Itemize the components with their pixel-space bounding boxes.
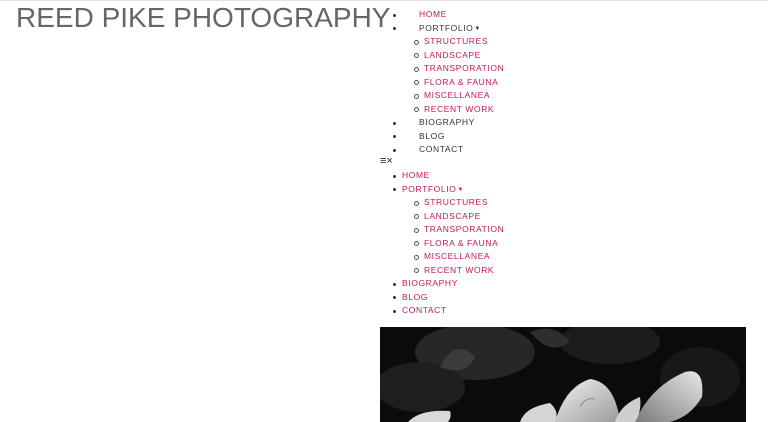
mobile-submenu-item[interactable]: LANDSCAPE — [380, 210, 700, 224]
menu-link-home[interactable]: HOME — [419, 9, 447, 19]
mobile-submenu-link-landscape[interactable]: LANDSCAPE — [424, 211, 481, 221]
submenu-item[interactable]: MISCELLANEA — [380, 89, 700, 103]
mobile-menu-link-blog[interactable]: BLOG — [402, 292, 428, 302]
menu-toggle[interactable]: ≡× — [380, 155, 393, 168]
submenu-item[interactable]: STRUCTURES — [380, 35, 700, 49]
desktop-menu: HOME PORTFOLIO▼ STRUCTURES LANDSCAPE TRA… — [380, 8, 739, 157]
mobile-portfolio-submenu-wrapper: STRUCTURES LANDSCAPE TRANSPORATION FLORA… — [380, 196, 700, 277]
menu-item-home[interactable]: HOME — [380, 8, 739, 22]
submenu-link-miscellanea[interactable]: MISCELLANEA — [424, 90, 490, 100]
menu-item-portfolio[interactable]: PORTFOLIO▼ — [380, 22, 739, 36]
mobile-menu-item-contact[interactable]: CONTACT — [380, 304, 722, 318]
mobile-submenu-item[interactable]: FLORA & FAUNA — [380, 237, 700, 251]
caret-down-icon: ▼ — [474, 25, 481, 32]
mobile-menu-link-biography[interactable]: BIOGRAPHY — [402, 278, 458, 288]
submenu-item[interactable]: FLORA & FAUNA — [380, 76, 700, 90]
top-border — [0, 0, 768, 1]
mobile-submenu-item[interactable]: RECENT WORK — [380, 264, 700, 278]
submenu-link-structures[interactable]: STRUCTURES — [424, 36, 488, 46]
close-icon[interactable]: × — [386, 155, 392, 168]
submenu-link-transporation[interactable]: TRANSPORATION — [424, 63, 504, 73]
mobile-menu-item-biography[interactable]: BIOGRAPHY — [380, 277, 722, 291]
site-title[interactable]: REED PIKE PHOTOGRAPHY — [16, 2, 390, 34]
submenu-link-recent-work[interactable]: RECENT WORK — [424, 104, 494, 114]
mobile-menu-item-portfolio[interactable]: PORTFOLIO▼ — [380, 183, 722, 197]
submenu-item[interactable]: LANDSCAPE — [380, 49, 700, 63]
mobile-submenu-link-flora-fauna[interactable]: FLORA & FAUNA — [424, 238, 498, 248]
mobile-menu: HOME PORTFOLIO▼ STRUCTURES LANDSCAPE TRA… — [380, 169, 722, 318]
mobile-menu-item-blog[interactable]: BLOG — [380, 291, 722, 305]
portfolio-submenu-wrapper: STRUCTURES LANDSCAPE TRANSPORATION FLORA… — [380, 35, 700, 116]
submenu-link-landscape[interactable]: LANDSCAPE — [424, 50, 481, 60]
submenu-link-flora-fauna[interactable]: FLORA & FAUNA — [424, 77, 498, 87]
menu-item-blog[interactable]: BLOG — [380, 130, 739, 144]
menu-link-biography[interactable]: BIOGRAPHY — [419, 117, 475, 127]
submenu-item[interactable]: RECENT WORK — [380, 103, 700, 117]
hero-flower-photo — [380, 327, 746, 422]
mobile-menu-link-contact[interactable]: CONTACT — [402, 305, 447, 315]
portfolio-submenu: STRUCTURES LANDSCAPE TRANSPORATION FLORA… — [380, 35, 700, 116]
mobile-menu-link-home[interactable]: HOME — [402, 170, 430, 180]
submenu-item[interactable]: TRANSPORATION — [380, 62, 700, 76]
flower-image — [380, 327, 746, 422]
mobile-submenu-link-transporation[interactable]: TRANSPORATION — [424, 224, 504, 234]
mobile-submenu-item[interactable]: MISCELLANEA — [380, 250, 700, 264]
mobile-menu-item-home[interactable]: HOME — [380, 169, 722, 183]
menu-link-contact[interactable]: CONTACT — [419, 144, 464, 154]
mobile-submenu-link-miscellanea[interactable]: MISCELLANEA — [424, 251, 490, 261]
mobile-menu-link-portfolio[interactable]: PORTFOLIO — [402, 184, 456, 194]
menu-link-portfolio[interactable]: PORTFOLIO — [419, 23, 473, 33]
menu-link-blog[interactable]: BLOG — [419, 131, 445, 141]
menu-item-contact[interactable]: CONTACT — [380, 143, 739, 157]
mobile-portfolio-submenu: STRUCTURES LANDSCAPE TRANSPORATION FLORA… — [380, 196, 700, 277]
menu-item-biography[interactable]: BIOGRAPHY — [380, 116, 739, 130]
caret-down-icon: ▼ — [457, 186, 464, 193]
mobile-submenu-link-recent-work[interactable]: RECENT WORK — [424, 265, 494, 275]
mobile-submenu-link-structures[interactable]: STRUCTURES — [424, 197, 488, 207]
mobile-submenu-item[interactable]: STRUCTURES — [380, 196, 700, 210]
mobile-submenu-item[interactable]: TRANSPORATION — [380, 223, 700, 237]
